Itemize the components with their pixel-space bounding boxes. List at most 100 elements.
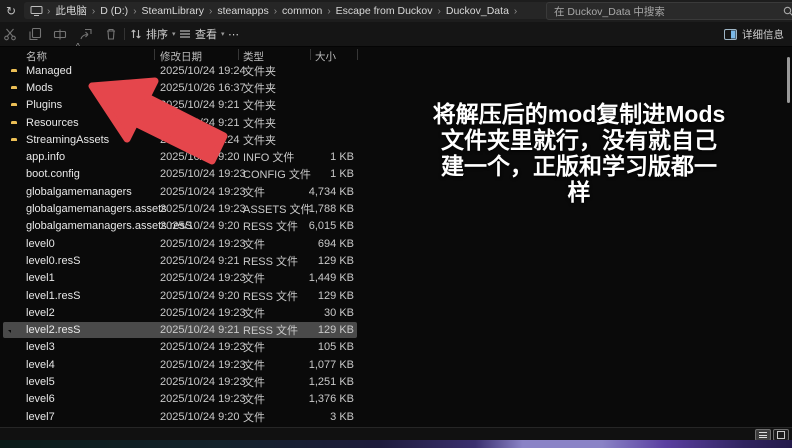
- file-row[interactable]: level2.resS 2025/10/24 9:21 RESS 文件 129 KB: [0, 321, 792, 339]
- breadcrumb-item[interactable]: steamapps: [214, 5, 271, 17]
- file-type: 文件夹: [243, 100, 276, 113]
- file-type: 文件: [243, 186, 265, 199]
- file-size: 1 KB: [330, 168, 354, 181]
- file-type: 文件夹: [243, 65, 276, 78]
- file-date: 2025/10/24 19:23: [160, 306, 246, 319]
- file-name: boot.config: [26, 168, 80, 181]
- file-date: 2025/10/24 9:21: [160, 324, 240, 337]
- file-type: 文件夹: [243, 117, 276, 130]
- search-input[interactable]: 在 Duckov_Data 中搜索: [546, 2, 792, 20]
- file-size: 30 KB: [324, 306, 354, 319]
- breadcrumb-item[interactable]: Escape from Duckov: [333, 5, 436, 17]
- copy-icon[interactable]: [27, 26, 43, 42]
- list-view-icon: [759, 432, 767, 438]
- toolbar-divider: [124, 28, 125, 40]
- breadcrumb-item[interactable]: common: [279, 5, 325, 17]
- file-size: 1 KB: [330, 151, 354, 164]
- file-date: 2025/10/24 9:21: [160, 99, 240, 112]
- more-icon: ⋯: [228, 28, 239, 41]
- file-explorer-window: ↻ › 此电脑 › D (D:) › SteamLibrary › steamapps › com…: [0, 0, 792, 448]
- search-placeholder: 在 Duckov_Data 中搜索: [554, 5, 665, 18]
- column-divider[interactable]: [154, 49, 155, 60]
- breadcrumb-item[interactable]: SteamLibrary: [139, 5, 207, 17]
- file-row[interactable]: level4 2025/10/24 19:23 文件 1,077 KB: [0, 356, 792, 373]
- thumbnail-view-icon: [777, 431, 785, 439]
- file-name: level1.resS: [26, 289, 81, 302]
- file-type: 文件: [243, 359, 265, 372]
- annotation-text: 将解压后的mod复制进Mods 文件夹里就行，没有就自己 建一个，正版和学习版都一样: [366, 101, 792, 205]
- sort-button[interactable]: 排序 ▾: [130, 25, 176, 43]
- file-name: level7: [26, 410, 55, 423]
- file-row[interactable]: level0.resS 2025/10/24 9:21 RESS 文件 129 KB: [0, 252, 792, 269]
- folder-row[interactable]: Managed 2025/10/24 19:24 文件夹: [0, 62, 792, 79]
- file-type: 文件: [243, 411, 265, 424]
- search-icon[interactable]: [783, 6, 792, 17]
- refresh-icon[interactable]: ↻: [3, 3, 19, 19]
- sort-icon: [130, 28, 142, 40]
- sort-label: 排序: [146, 29, 168, 41]
- file-type: 文件夹: [243, 134, 276, 147]
- file-row[interactable]: level0 2025/10/24 19:23 文件 694 KB: [0, 235, 792, 252]
- file-name: app.info: [26, 151, 66, 164]
- file-type: 文件: [243, 342, 265, 355]
- annotation-line: 建一个，正版和学习版都一: [441, 153, 717, 179]
- details-pane-toggle[interactable]: 详细信息: [724, 25, 784, 43]
- file-date: 2025/10/24 9:20: [160, 220, 240, 233]
- file-type: INFO 文件: [243, 152, 295, 165]
- more-options-button[interactable]: ⋯: [228, 25, 239, 43]
- breadcrumb-separator-icon: ›: [327, 6, 331, 17]
- file-date: 2025/10/24 19:23: [160, 185, 246, 198]
- file-type: 文件: [243, 238, 265, 251]
- file-size: 1,376 KB: [308, 393, 354, 406]
- file-name: level2.resS: [26, 324, 81, 337]
- breadcrumb-item[interactable]: D (D:): [97, 5, 131, 17]
- file-date: 2025/10/24 19:23: [160, 341, 246, 354]
- view-button[interactable]: 查看 ▾: [179, 25, 225, 43]
- file-row[interactable]: level2 2025/10/24 19:23 文件 30 KB: [0, 304, 792, 321]
- file-type: 文件: [243, 307, 265, 320]
- breadcrumb-item[interactable]: 此电脑: [52, 5, 90, 17]
- file-name: level5: [26, 375, 55, 388]
- file-row[interactable]: level7 2025/10/24 9:20 文件 3 KB: [0, 408, 792, 425]
- column-divider[interactable]: [310, 49, 311, 60]
- file-name: globalgamemanagers: [26, 185, 132, 198]
- file-size: 129 KB: [317, 254, 354, 267]
- vertical-scrollbar[interactable]: [787, 57, 790, 103]
- file-type: RESS 文件: [243, 325, 299, 338]
- details-pane-icon: [724, 28, 737, 40]
- cut-icon[interactable]: [2, 26, 18, 42]
- breadcrumb-separator-icon: ›: [133, 6, 137, 17]
- file-name: level3: [26, 341, 55, 354]
- file-type: 文件: [243, 394, 265, 407]
- rename-icon[interactable]: [52, 26, 68, 42]
- file-name: Plugins: [26, 99, 63, 112]
- file-name: globalgamemanagers.assets: [26, 203, 167, 216]
- file-row[interactable]: level6 2025/10/24 19:23 文件 1,376 KB: [0, 391, 792, 408]
- file-name: Resources: [26, 116, 79, 129]
- column-divider[interactable]: [357, 49, 358, 60]
- file-row[interactable]: level3 2025/10/24 19:23 文件 105 KB: [0, 339, 792, 356]
- file-type: 文件: [243, 376, 265, 389]
- column-divider[interactable]: [238, 49, 239, 60]
- file-type: RESS 文件: [243, 290, 299, 303]
- breadcrumb[interactable]: › 此电脑 › D (D:) › SteamLibrary › steamapps › commo…: [24, 2, 550, 19]
- file-row[interactable]: level5 2025/10/24 19:23 文件 1,251 KB: [0, 373, 792, 390]
- file-size: 694 KB: [317, 237, 354, 250]
- delete-icon[interactable]: [103, 26, 119, 42]
- file-row[interactable]: level1.resS 2025/10/24 9:20 RESS 文件 129 KB: [0, 287, 792, 304]
- file-row[interactable]: level1 2025/10/24 19:23 文件 1,449 KB: [0, 270, 792, 287]
- file-size: 4,734 KB: [308, 185, 354, 198]
- breadcrumb-separator-icon: ›: [513, 6, 518, 17]
- chevron-down-icon: ▾: [221, 31, 225, 38]
- details-pane-label: 详细信息: [742, 28, 784, 41]
- file-name: Managed: [26, 64, 72, 77]
- file-date: 2025/10/24 19:23: [160, 203, 246, 216]
- breadcrumb-item[interactable]: Duckov_Data: [443, 5, 512, 17]
- file-row[interactable]: globalgamemanagers.assets.resS 2025/10/24…: [0, 218, 792, 235]
- file-size: 129 KB: [317, 324, 354, 337]
- annotation-line: 样: [567, 179, 591, 205]
- folder-row[interactable]: Mods 2025/10/26 16:37 文件夹: [0, 79, 792, 96]
- view-label: 查看: [195, 29, 217, 41]
- view-icon: [179, 28, 191, 40]
- share-icon[interactable]: [78, 26, 94, 42]
